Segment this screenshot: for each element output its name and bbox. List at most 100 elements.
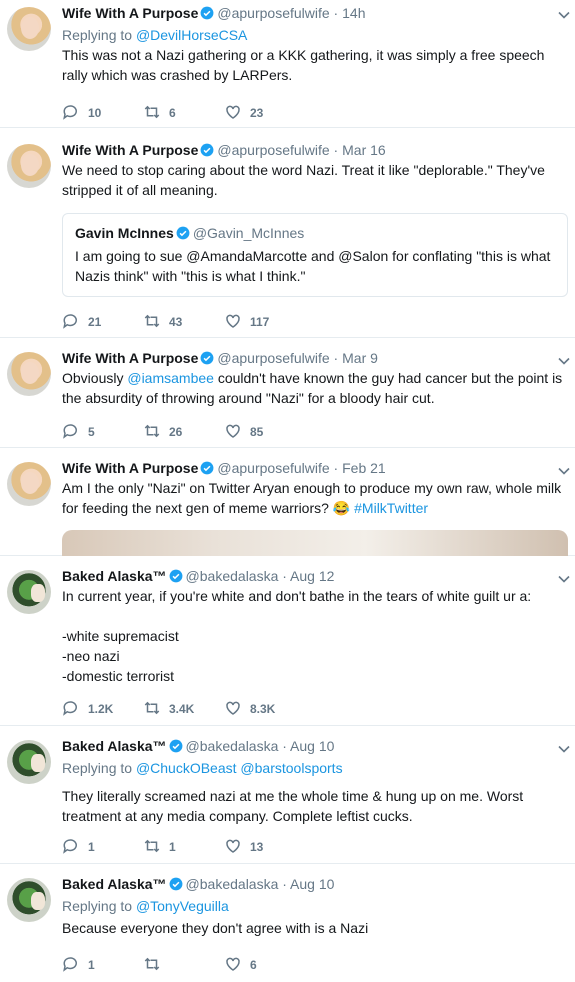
tweet-text: Because everyone they don't agree with i…: [62, 920, 369, 936]
user-handle[interactable]: @apurposefulwife: [217, 5, 329, 21]
mention-link[interactable]: @iamsambee: [127, 370, 214, 386]
reply-button[interactable]: 1: [62, 955, 95, 975]
display-name[interactable]: Wife With A Purpose: [62, 5, 198, 21]
verified-icon: [200, 351, 214, 365]
heart-icon: [226, 105, 240, 119]
retweet-button[interactable]: 3.4K: [143, 699, 194, 719]
verified-icon: [200, 143, 214, 157]
verified-icon: [176, 226, 190, 240]
tweet-time[interactable]: Mar 9: [342, 350, 378, 366]
retweet-icon: [144, 839, 160, 853]
tweet-header: Baked Alaska™ @bakedalaska · Aug 10: [62, 738, 335, 754]
tweet[interactable]: Baked Alaska™ @bakedalaska · Aug 10 Reply…: [0, 864, 575, 982]
like-button[interactable]: 13: [224, 837, 263, 857]
tweet-time[interactable]: Aug 10: [290, 876, 334, 892]
display-name[interactable]: Baked Alaska™: [62, 568, 167, 584]
like-button[interactable]: 23: [224, 103, 263, 123]
reply-icon: [63, 424, 77, 439]
reply-button[interactable]: 10: [62, 103, 101, 123]
mention-link[interactable]: @barstoolsports: [240, 760, 342, 776]
retweet-button[interactable]: [143, 955, 169, 975]
avatar[interactable]: [7, 144, 51, 188]
reply-icon: [63, 314, 77, 329]
quoted-display-name: Gavin McInnes: [75, 225, 174, 241]
user-handle[interactable]: @bakedalaska: [186, 568, 279, 584]
tweet-time[interactable]: Aug 12: [290, 568, 334, 584]
display-name[interactable]: Baked Alaska™: [62, 738, 167, 754]
retweet-button[interactable]: 1: [143, 837, 176, 857]
reply-icon: [63, 105, 77, 120]
mention-link[interactable]: @DevilHorseCSA: [136, 27, 247, 43]
verified-icon: [169, 877, 182, 891]
display-name[interactable]: Wife With A Purpose: [62, 460, 198, 476]
avatar[interactable]: [7, 352, 51, 396]
verified-icon: [169, 569, 182, 583]
heart-icon: [226, 314, 240, 328]
tweet[interactable]: Baked Alaska™ @bakedalaska · Aug 10 Reply…: [0, 726, 575, 864]
retweet-button[interactable]: 6: [143, 103, 176, 123]
tweet-text: In current year, if you're white and don…: [62, 588, 532, 684]
heart-icon: [226, 957, 240, 971]
tweet-actions: 21 43 117: [62, 312, 362, 332]
tweet-header: Wife With A Purpose @apurposefulwife · Fe…: [62, 460, 386, 476]
like-button[interactable]: 117: [224, 312, 269, 332]
user-handle[interactable]: @bakedalaska: [186, 738, 279, 754]
reply-button[interactable]: 1: [62, 837, 95, 857]
tweet[interactable]: Wife With A Purpose @apurposefulwife · Fe…: [0, 448, 575, 556]
user-handle[interactable]: @apurposefulwife: [217, 142, 329, 158]
user-handle[interactable]: @bakedalaska: [186, 876, 279, 892]
verified-icon: [200, 6, 214, 20]
avatar[interactable]: [7, 462, 51, 506]
tweet-actions: 10 6 23: [62, 103, 362, 123]
reply-button[interactable]: 5: [62, 422, 95, 442]
avatar[interactable]: [7, 7, 51, 51]
chevron-down-icon[interactable]: [557, 742, 571, 756]
tweet[interactable]: Baked Alaska™ @bakedalaska · Aug 12 In cu…: [0, 556, 575, 726]
hashtag-link[interactable]: #MilkTwitter: [354, 500, 428, 516]
tweet[interactable]: Wife With A Purpose @apurposefulwife · Ma…: [0, 128, 575, 338]
quoted-tweet[interactable]: Gavin McInnes @Gavin_McInnes I am going t…: [62, 213, 568, 297]
retweet-button[interactable]: 26: [143, 422, 182, 442]
heart-icon: [226, 701, 240, 715]
reply-context: Replying to @DevilHorseCSA: [62, 27, 248, 43]
mention-link[interactable]: @ChuckOBeast: [136, 760, 237, 776]
tweet-media-image[interactable]: [62, 530, 568, 556]
display-name[interactable]: Wife With A Purpose: [62, 142, 198, 158]
tweet-actions: 1.2K 3.4K 8.3K: [62, 699, 362, 719]
tweet-time[interactable]: Aug 10: [290, 738, 334, 754]
avatar[interactable]: [7, 570, 51, 614]
reply-icon: [63, 701, 77, 716]
user-handle[interactable]: @apurposefulwife: [217, 350, 329, 366]
like-button[interactable]: 6: [224, 955, 257, 975]
tweet[interactable]: Wife With A Purpose @apurposefulwife · Ma…: [0, 338, 575, 448]
tweet-time[interactable]: Mar 16: [342, 142, 386, 158]
retweet-icon: [144, 701, 160, 715]
retweet-button[interactable]: 43: [143, 312, 182, 332]
verified-icon: [169, 739, 182, 753]
tweet-time[interactable]: Feb 21: [342, 460, 386, 476]
chevron-down-icon[interactable]: [557, 354, 571, 368]
tweet-text: Obviously @iamsambee couldn't have known…: [62, 370, 563, 406]
user-handle[interactable]: @apurposefulwife: [217, 460, 329, 476]
tweet-time[interactable]: 14h: [342, 5, 365, 21]
tweet-text: They literally screamed nazi at me the w…: [62, 788, 524, 824]
avatar[interactable]: [7, 740, 51, 784]
mention-link[interactable]: @TonyVeguilla: [136, 898, 229, 914]
like-button[interactable]: 85: [224, 422, 263, 442]
tweet-feed: Wife With A Purpose @apurposefulwife · 14…: [0, 0, 575, 982]
tweet-header: Wife With A Purpose @apurposefulwife · 14…: [62, 5, 366, 21]
chevron-down-icon[interactable]: [557, 572, 571, 586]
reply-button[interactable]: 21: [62, 312, 101, 332]
retweet-icon: [144, 957, 160, 971]
chevron-down-icon[interactable]: [557, 464, 571, 478]
like-button[interactable]: 8.3K: [224, 699, 275, 719]
display-name[interactable]: Baked Alaska™: [62, 876, 167, 892]
tweet[interactable]: Wife With A Purpose @apurposefulwife · 14…: [0, 0, 575, 128]
verified-icon: [200, 461, 214, 475]
avatar[interactable]: [7, 878, 51, 922]
quoted-tweet-text: I am going to sue @AmandaMarcotte and @S…: [75, 248, 551, 284]
tweet-header: Wife With A Purpose @apurposefulwife · Ma…: [62, 350, 378, 366]
chevron-down-icon[interactable]: [557, 8, 571, 22]
display-name[interactable]: Wife With A Purpose: [62, 350, 198, 366]
reply-button[interactable]: 1.2K: [62, 699, 113, 719]
